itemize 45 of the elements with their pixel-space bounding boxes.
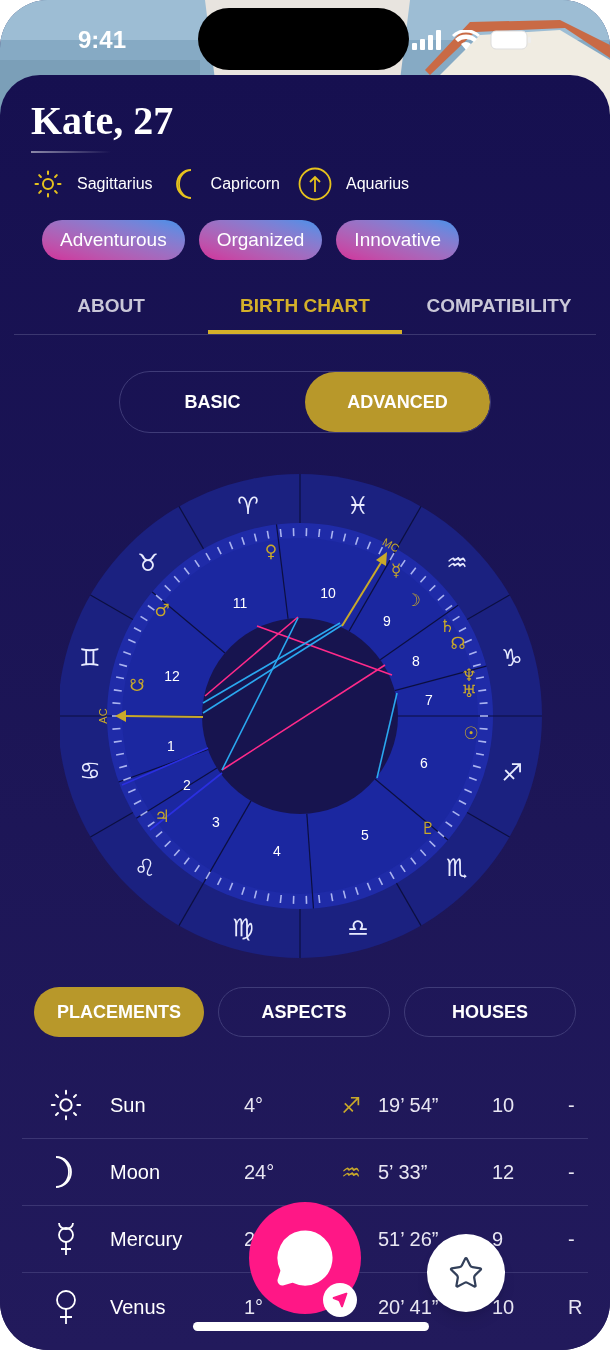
planet-name: Sun	[110, 1093, 147, 1118]
sun-icon	[33, 169, 63, 199]
retrograde-value: R	[568, 1294, 583, 1320]
sun-icon	[49, 1088, 83, 1122]
trait-tag: Adventurous	[42, 220, 185, 260]
profile-tab[interactable]: COMPATIBILITY	[402, 282, 596, 334]
battery-icon	[490, 30, 532, 50]
house-value: 10	[492, 1294, 516, 1320]
minutes-value: 51’ 26”	[378, 1227, 440, 1252]
signal-icon	[412, 30, 442, 50]
star-icon	[448, 1255, 484, 1291]
degree-value: 1°	[244, 1294, 265, 1320]
sign-label: Sagittarius	[77, 174, 153, 194]
minutes-value: 19’ 54”	[378, 1093, 440, 1118]
sign-label: Aquarius	[345, 174, 410, 194]
zodiac-sign: ♐	[341, 1091, 361, 1120]
zodiac-sign: ♒	[341, 1158, 361, 1187]
house-value: 10	[492, 1093, 516, 1118]
house-value: 12	[492, 1160, 516, 1185]
venus-symbol-icon	[53, 1288, 79, 1325]
retrograde-value: -	[568, 1160, 575, 1185]
status-time: 9:41	[78, 25, 127, 55]
retrograde-value: -	[568, 1093, 575, 1118]
paper-plane-icon	[332, 1292, 348, 1308]
minutes-value: 5’ 33”	[378, 1160, 429, 1185]
sign-label: Capricorn	[210, 174, 280, 194]
house-value: 9	[492, 1227, 505, 1252]
section-tab[interactable]: HOUSES	[404, 987, 576, 1037]
section-tab[interactable]: ASPECTS	[218, 987, 390, 1037]
planet-name: Mercury	[110, 1227, 184, 1252]
retrograde-value: -	[568, 1227, 575, 1252]
up-arrow-circle-icon	[297, 167, 332, 201]
profile-name: Kate, 27	[31, 97, 175, 145]
degree-value: 24°	[244, 1160, 276, 1185]
minutes-value: 20’ 41”	[378, 1294, 440, 1320]
profile-tab[interactable]: ABOUT	[14, 282, 208, 334]
trait-tag: Innovative	[336, 220, 459, 260]
speech-bubble-icon	[275, 1228, 335, 1288]
wifi-icon	[452, 30, 480, 50]
degree-value: 4°	[244, 1093, 265, 1118]
planet-name: Venus	[110, 1294, 167, 1320]
planet-name: Moon	[110, 1160, 162, 1185]
profile-tab[interactable]: BIRTH CHART	[208, 282, 402, 334]
trait-tag: Organized	[198, 220, 323, 260]
chart-mode-toggle[interactable]: BASIC	[120, 372, 305, 432]
